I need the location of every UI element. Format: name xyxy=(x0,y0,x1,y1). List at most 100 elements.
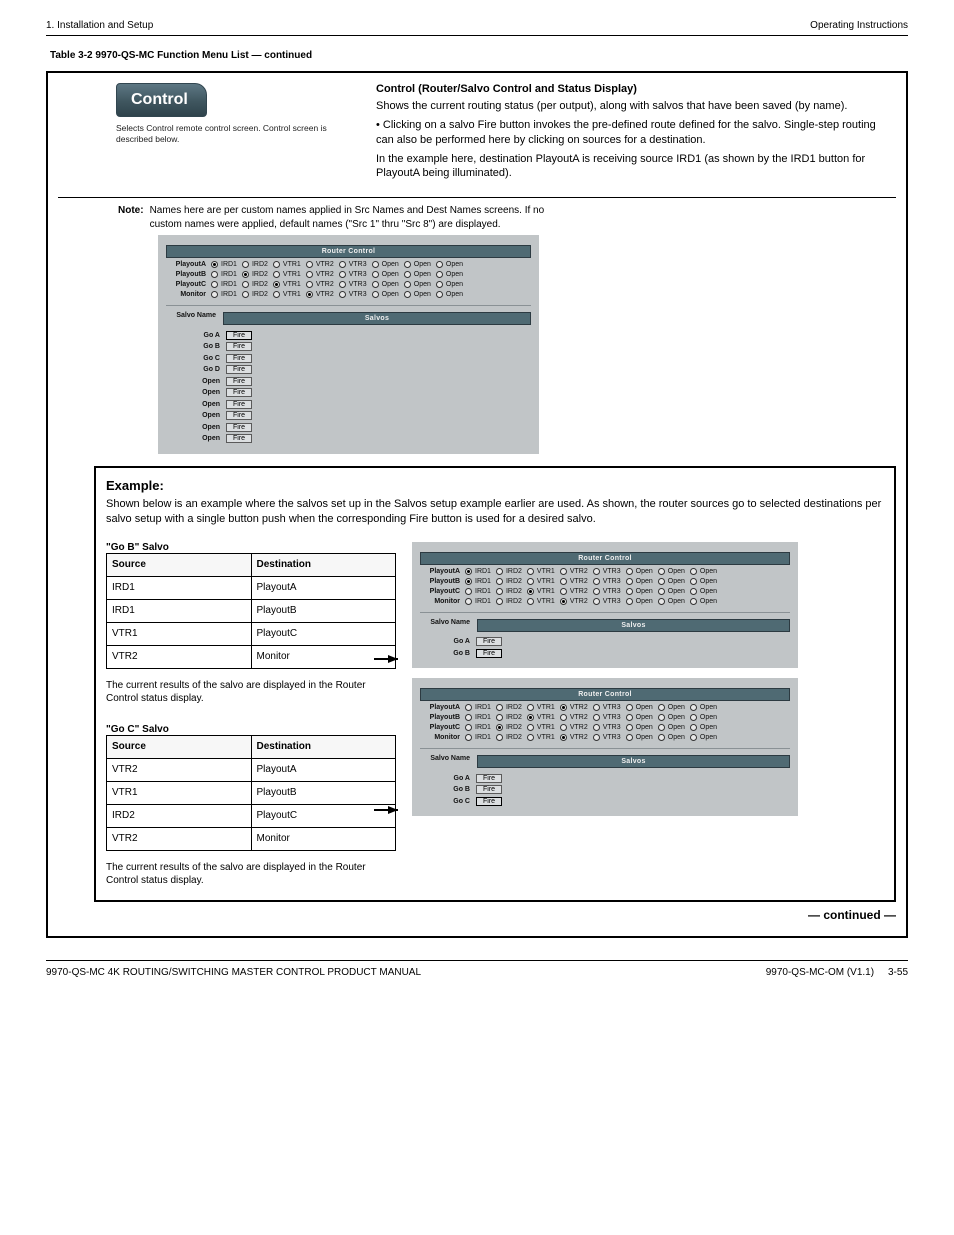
router-source-option[interactable]: Open xyxy=(690,734,717,741)
router-source-option[interactable]: Open xyxy=(436,291,463,298)
fire-button[interactable]: Fire xyxy=(476,649,502,658)
router-source-option[interactable]: Open xyxy=(690,724,717,731)
router-source-option[interactable]: Open xyxy=(690,568,717,575)
router-source-option[interactable]: VTR2 xyxy=(560,588,588,595)
control-tab[interactable]: Control xyxy=(116,83,207,117)
router-source-option[interactable]: IRD2 xyxy=(496,578,522,585)
fire-button[interactable]: Fire xyxy=(226,434,252,443)
router-source-option[interactable]: Open xyxy=(658,568,685,575)
router-source-option[interactable]: IRD1 xyxy=(465,568,491,575)
router-source-option[interactable]: IRD1 xyxy=(465,734,491,741)
fire-button[interactable]: Fire xyxy=(226,400,252,409)
router-source-option[interactable]: VTR3 xyxy=(593,704,621,711)
router-source-option[interactable]: Open xyxy=(436,281,463,288)
router-source-option[interactable]: IRD1 xyxy=(465,724,491,731)
router-source-option[interactable]: Open xyxy=(372,261,399,268)
fire-button[interactable]: Fire xyxy=(476,774,502,783)
router-source-option[interactable]: VTR3 xyxy=(593,588,621,595)
router-source-option[interactable]: IRD1 xyxy=(465,578,491,585)
fire-button[interactable]: Fire xyxy=(226,354,252,363)
fire-button[interactable]: Fire xyxy=(226,388,252,397)
router-source-option[interactable]: VTR1 xyxy=(527,598,555,605)
router-source-option[interactable]: Open xyxy=(658,734,685,741)
router-source-option[interactable]: IRD2 xyxy=(242,281,268,288)
router-source-option[interactable]: Open xyxy=(436,271,463,278)
router-source-option[interactable]: Open xyxy=(690,714,717,721)
router-source-option[interactable]: VTR3 xyxy=(593,714,621,721)
router-source-option[interactable]: IRD2 xyxy=(242,291,268,298)
router-source-option[interactable]: VTR2 xyxy=(306,281,334,288)
router-source-option[interactable]: VTR3 xyxy=(593,578,621,585)
router-source-option[interactable]: IRD1 xyxy=(465,588,491,595)
router-source-option[interactable]: VTR2 xyxy=(560,704,588,711)
fire-button[interactable]: Fire xyxy=(476,785,502,794)
router-source-option[interactable]: VTR3 xyxy=(339,261,367,268)
router-source-option[interactable]: VTR1 xyxy=(273,271,301,278)
router-source-option[interactable]: VTR1 xyxy=(527,588,555,595)
router-source-option[interactable]: IRD1 xyxy=(211,291,237,298)
router-source-option[interactable]: Open xyxy=(690,578,717,585)
router-source-option[interactable]: IRD1 xyxy=(465,704,491,711)
router-source-option[interactable]: Open xyxy=(626,734,653,741)
router-source-option[interactable]: VTR2 xyxy=(306,261,334,268)
router-source-option[interactable]: Open xyxy=(658,714,685,721)
router-source-option[interactable]: IRD2 xyxy=(496,714,522,721)
router-source-option[interactable]: Open xyxy=(626,714,653,721)
router-source-option[interactable]: Open xyxy=(626,724,653,731)
fire-button[interactable]: Fire xyxy=(226,365,252,374)
router-source-option[interactable]: IRD2 xyxy=(496,704,522,711)
router-source-option[interactable]: VTR1 xyxy=(527,704,555,711)
router-source-option[interactable]: IRD2 xyxy=(496,724,522,731)
router-source-option[interactable]: Open xyxy=(372,271,399,278)
fire-button[interactable]: Fire xyxy=(226,342,252,351)
router-source-option[interactable]: VTR2 xyxy=(306,271,334,278)
router-source-option[interactable]: VTR3 xyxy=(339,291,367,298)
router-source-option[interactable]: VTR1 xyxy=(273,261,301,268)
router-source-option[interactable]: Open xyxy=(658,588,685,595)
fire-button[interactable]: Fire xyxy=(226,377,252,386)
router-source-option[interactable]: VTR3 xyxy=(593,724,621,731)
router-source-option[interactable]: VTR1 xyxy=(273,281,301,288)
router-source-option[interactable]: VTR3 xyxy=(339,281,367,288)
router-source-option[interactable]: IRD1 xyxy=(465,714,491,721)
router-source-option[interactable]: Open xyxy=(372,281,399,288)
router-source-option[interactable]: VTR3 xyxy=(339,271,367,278)
router-source-option[interactable]: VTR2 xyxy=(306,291,334,298)
router-source-option[interactable]: IRD2 xyxy=(496,598,522,605)
router-source-option[interactable]: VTR3 xyxy=(593,598,621,605)
router-source-option[interactable]: VTR1 xyxy=(527,714,555,721)
router-source-option[interactable]: IRD2 xyxy=(496,588,522,595)
router-source-option[interactable]: Open xyxy=(626,704,653,711)
router-source-option[interactable]: VTR3 xyxy=(593,734,621,741)
router-source-option[interactable]: IRD2 xyxy=(242,261,268,268)
router-source-option[interactable]: VTR2 xyxy=(560,598,588,605)
router-source-option[interactable]: Open xyxy=(372,291,399,298)
fire-button[interactable]: Fire xyxy=(476,797,502,806)
router-source-option[interactable]: VTR1 xyxy=(527,568,555,575)
router-source-option[interactable]: Open xyxy=(436,261,463,268)
router-source-option[interactable]: Open xyxy=(658,578,685,585)
router-source-option[interactable]: IRD1 xyxy=(211,271,237,278)
router-source-option[interactable]: Open xyxy=(626,588,653,595)
router-source-option[interactable]: VTR2 xyxy=(560,578,588,585)
router-source-option[interactable]: VTR1 xyxy=(273,291,301,298)
fire-button[interactable]: Fire xyxy=(226,423,252,432)
router-source-option[interactable]: Open xyxy=(690,588,717,595)
router-source-option[interactable]: IRD1 xyxy=(211,261,237,268)
router-source-option[interactable]: Open xyxy=(404,261,431,268)
router-source-option[interactable]: VTR1 xyxy=(527,724,555,731)
router-source-option[interactable]: VTR1 xyxy=(527,578,555,585)
router-source-option[interactable]: VTR2 xyxy=(560,568,588,575)
router-source-option[interactable]: Open xyxy=(658,704,685,711)
router-source-option[interactable]: IRD2 xyxy=(496,568,522,575)
router-source-option[interactable]: Open xyxy=(626,568,653,575)
router-source-option[interactable]: Open xyxy=(658,724,685,731)
router-source-option[interactable]: Open xyxy=(404,291,431,298)
router-source-option[interactable]: VTR2 xyxy=(560,724,588,731)
router-source-option[interactable]: Open xyxy=(658,598,685,605)
router-source-option[interactable]: Open xyxy=(404,281,431,288)
router-source-option[interactable]: VTR2 xyxy=(560,734,588,741)
router-source-option[interactable]: VTR3 xyxy=(593,568,621,575)
router-source-option[interactable]: IRD2 xyxy=(242,271,268,278)
router-source-option[interactable]: Open xyxy=(404,271,431,278)
